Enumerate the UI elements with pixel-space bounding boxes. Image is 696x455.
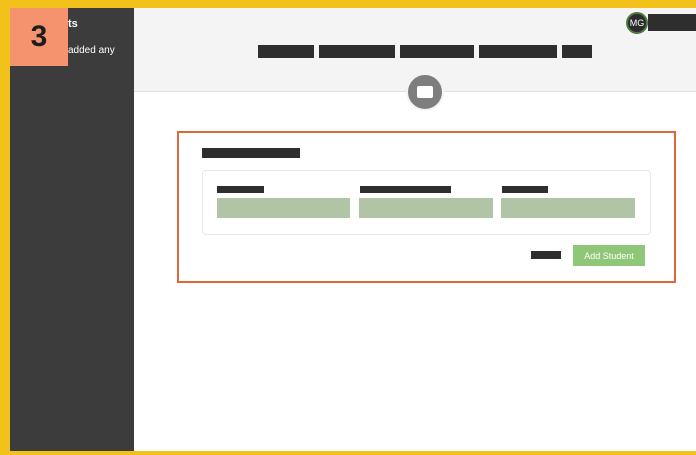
nav-item-5[interactable] [562,45,592,58]
step-badge: 3 [10,8,68,66]
first-name-label [217,186,264,193]
sidebar-title: ts [68,18,78,30]
student-fields-box [202,170,651,235]
nav-item-4[interactable] [479,45,557,58]
last-name-label [360,186,451,193]
sidebar: ts added any [10,8,134,451]
user-menu[interactable] [648,14,696,31]
email-label [502,186,548,193]
screenshot-frame: ts added any 3 MG Add Student [0,0,696,455]
add-student-form-highlight: Add Student [177,131,676,283]
sidebar-text: added any [68,45,115,56]
first-name-input[interactable] [217,198,350,218]
email-input[interactable] [501,198,635,218]
user-avatar[interactable]: MG [626,12,648,34]
nav-item-1[interactable] [258,45,314,58]
nav-item-2[interactable] [319,45,395,58]
nav-item-3[interactable] [400,45,474,58]
message-icon[interactable] [406,73,444,111]
form-title [202,148,300,158]
add-student-button[interactable]: Add Student [573,245,645,266]
last-name-input[interactable] [359,198,493,218]
message-icon-glyph [417,86,433,98]
cancel-button[interactable] [531,251,561,259]
